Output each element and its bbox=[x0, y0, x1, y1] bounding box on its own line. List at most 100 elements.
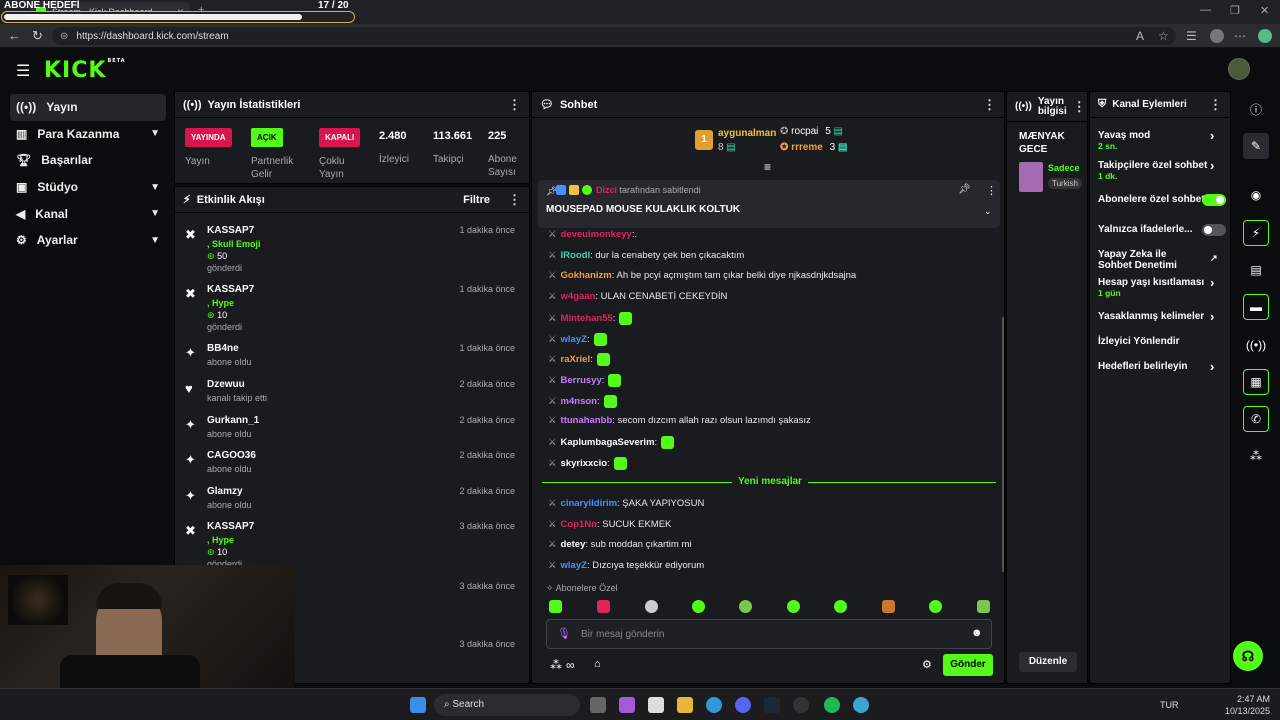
action-followers-only[interactable]: Takipçilere özel sohbet 1 dk. › bbox=[1098, 159, 1214, 182]
support-chat-icon[interactable]: ☊ bbox=[1233, 641, 1263, 671]
more-options-icon[interactable]: ⋮ bbox=[986, 184, 997, 197]
emote[interactable] bbox=[597, 600, 610, 613]
clock-time[interactable]: 2:47 AM bbox=[1228, 694, 1270, 704]
chat-username[interactable]: skyrixxcio bbox=[561, 458, 607, 469]
read-aloud-icon[interactable]: A bbox=[1136, 29, 1144, 43]
chat-username[interactable]: wlayZ bbox=[561, 334, 587, 345]
copilot-icon[interactable] bbox=[1258, 29, 1272, 43]
chat-username[interactable]: cinaryildirim bbox=[561, 498, 618, 509]
emote[interactable] bbox=[593, 332, 607, 346]
emote[interactable] bbox=[787, 600, 800, 613]
hamburger-menu-icon[interactable]: ☰ bbox=[16, 61, 30, 81]
activity-user[interactable]: CAGOO36 bbox=[207, 450, 256, 461]
chat-username[interactable]: IRoodI bbox=[561, 250, 591, 261]
back-icon[interactable]: ← bbox=[8, 28, 21, 43]
more-options-icon[interactable]: ⋮ bbox=[1073, 100, 1086, 113]
emote[interactable] bbox=[882, 600, 895, 613]
chat-username[interactable]: Berrusyy bbox=[561, 375, 602, 386]
subscribers-only-toggle[interactable] bbox=[1202, 194, 1226, 206]
top-gifter-3[interactable]: ✪ rrreme 3 ▤ bbox=[780, 142, 847, 153]
sidebar-item-ayarlar[interactable]: ⚙ Ayarlar ▼ bbox=[10, 227, 166, 254]
emote[interactable] bbox=[929, 600, 942, 613]
store-icon[interactable]: ⌂ bbox=[594, 658, 601, 670]
layout-icon[interactable]: ▦ bbox=[1243, 369, 1269, 395]
emote[interactable] bbox=[977, 600, 990, 613]
edit-stream-button[interactable]: Düzenle bbox=[1019, 652, 1077, 672]
chat-input[interactable]: 🎙︎ Bir mesaj gönderin ☻ bbox=[546, 619, 992, 649]
browser-app-icon[interactable] bbox=[853, 697, 869, 713]
chat-settings-icon[interactable]: ⚙ bbox=[922, 658, 932, 671]
category-name[interactable]: Sadece bbox=[1048, 163, 1080, 173]
chat-scrollbar[interactable] bbox=[1002, 317, 1004, 572]
widget-icon[interactable] bbox=[648, 697, 664, 713]
action-banned-words[interactable]: Yasaklanmış kelimeler › bbox=[1098, 310, 1214, 323]
chat-username[interactable]: raXriel bbox=[561, 354, 591, 365]
sidebar-item-para-kazanma[interactable]: ▥ Para Kazanma ▼ bbox=[10, 121, 166, 148]
task-view-icon[interactable] bbox=[590, 697, 606, 713]
emote[interactable] bbox=[603, 394, 617, 408]
obs-icon[interactable] bbox=[793, 697, 809, 713]
activity-user[interactable]: BB4ne bbox=[207, 343, 239, 354]
info-icon[interactable]: ⓘ bbox=[1243, 96, 1269, 122]
activity-user[interactable]: KASSAP7 bbox=[207, 284, 254, 295]
send-button[interactable]: Gönder bbox=[943, 654, 993, 676]
chat-username[interactable]: wlayZ bbox=[561, 560, 587, 571]
action-slow-mode[interactable]: Yavaş mod 2 sn. › bbox=[1098, 129, 1214, 152]
filter-button[interactable]: Filtre bbox=[463, 194, 490, 206]
sidebar-item-yayin[interactable]: ((•)) Yayın bbox=[10, 94, 166, 121]
kick-logo[interactable]: KICKBETA bbox=[44, 58, 126, 83]
emote-only-toggle[interactable] bbox=[1202, 224, 1226, 236]
favorite-star-icon[interactable]: ☆ bbox=[1158, 29, 1169, 43]
kick-points-icon[interactable]: ⁂ bbox=[550, 658, 562, 672]
action-account-age[interactable]: Hesap yaşı kısıtlaması 1 gün › bbox=[1098, 276, 1214, 299]
emote[interactable] bbox=[692, 600, 705, 613]
action-raid[interactable]: İzleyici Yönlendir bbox=[1098, 336, 1180, 347]
user-avatar[interactable] bbox=[1228, 58, 1250, 80]
pinned-message[interactable]: 📌︎ Dizci tarafından sabitlendi MOUSEPAD … bbox=[538, 180, 1000, 228]
emote[interactable] bbox=[596, 353, 610, 367]
browser-menu-icon[interactable]: ⋯ bbox=[1234, 29, 1246, 43]
maximize-icon[interactable]: ❐ bbox=[1230, 4, 1240, 17]
wrench-icon[interactable]: ✆ bbox=[1243, 406, 1269, 432]
microphone-icon[interactable]: 🎙︎ bbox=[557, 627, 571, 640]
emote[interactable] bbox=[613, 456, 627, 470]
chat-username[interactable]: Cop1Nn bbox=[561, 519, 597, 530]
favorites-icon[interactable]: ☰ bbox=[1186, 29, 1197, 43]
chat-username[interactable]: deveuimonkeyy bbox=[561, 229, 632, 240]
language-indicator[interactable]: TUR bbox=[1160, 700, 1179, 710]
emote[interactable] bbox=[739, 600, 752, 613]
chat-username[interactable]: w4gaan bbox=[561, 291, 596, 302]
clock-date[interactable]: 10/13/2025 bbox=[1222, 706, 1270, 716]
reload-icon[interactable]: ↻ bbox=[32, 28, 43, 44]
chat-username[interactable]: detey bbox=[561, 539, 586, 550]
chevron-down-icon[interactable]: ⌄ bbox=[984, 206, 992, 217]
unpin-icon[interactable]: 📌︎ bbox=[958, 184, 971, 195]
discord-icon[interactable] bbox=[735, 697, 751, 713]
chat-username[interactable]: Mintehan55 bbox=[561, 313, 613, 324]
emoji-icon[interactable]: ☻ bbox=[971, 627, 983, 639]
file-explorer-icon[interactable] bbox=[677, 697, 693, 713]
taskbar-search[interactable]: ⌕ Search bbox=[434, 694, 580, 716]
url-field[interactable]: ⊜ https://dashboard.kick.com/stream bbox=[52, 27, 1176, 45]
camera-icon[interactable]: ◉ bbox=[1243, 182, 1269, 208]
windows-start-icon[interactable] bbox=[410, 697, 426, 713]
chat-username[interactable]: m4nson bbox=[561, 396, 597, 407]
category-thumbnail[interactable] bbox=[1019, 162, 1043, 192]
emote[interactable] bbox=[661, 436, 675, 449]
more-options-icon[interactable]: ⋮ bbox=[1209, 97, 1222, 113]
more-options-icon[interactable]: ⋮ bbox=[508, 97, 521, 113]
sidebar-item-studyo[interactable]: ▣ Stüdyo ▼ bbox=[10, 174, 166, 201]
site-info-icon[interactable]: ⊜ bbox=[60, 31, 68, 42]
more-options-icon[interactable]: ⋮ bbox=[983, 97, 996, 113]
copilot-app-icon[interactable] bbox=[619, 697, 635, 713]
emote[interactable] bbox=[549, 600, 562, 613]
emote[interactable] bbox=[619, 311, 633, 325]
emote[interactable] bbox=[645, 600, 658, 613]
chat-username[interactable]: ttunahanbb bbox=[561, 415, 613, 426]
document-icon[interactable]: ▤ bbox=[1243, 257, 1269, 283]
activity-user[interactable]: Gurkann_1 bbox=[207, 415, 259, 426]
infinity-icon[interactable]: ∞ bbox=[566, 658, 575, 672]
kick-points-icon[interactable]: ⁂ bbox=[1243, 443, 1269, 469]
activity-user[interactable]: KASSAP7 bbox=[207, 521, 254, 532]
close-window-icon[interactable]: ✕ bbox=[1260, 4, 1269, 17]
